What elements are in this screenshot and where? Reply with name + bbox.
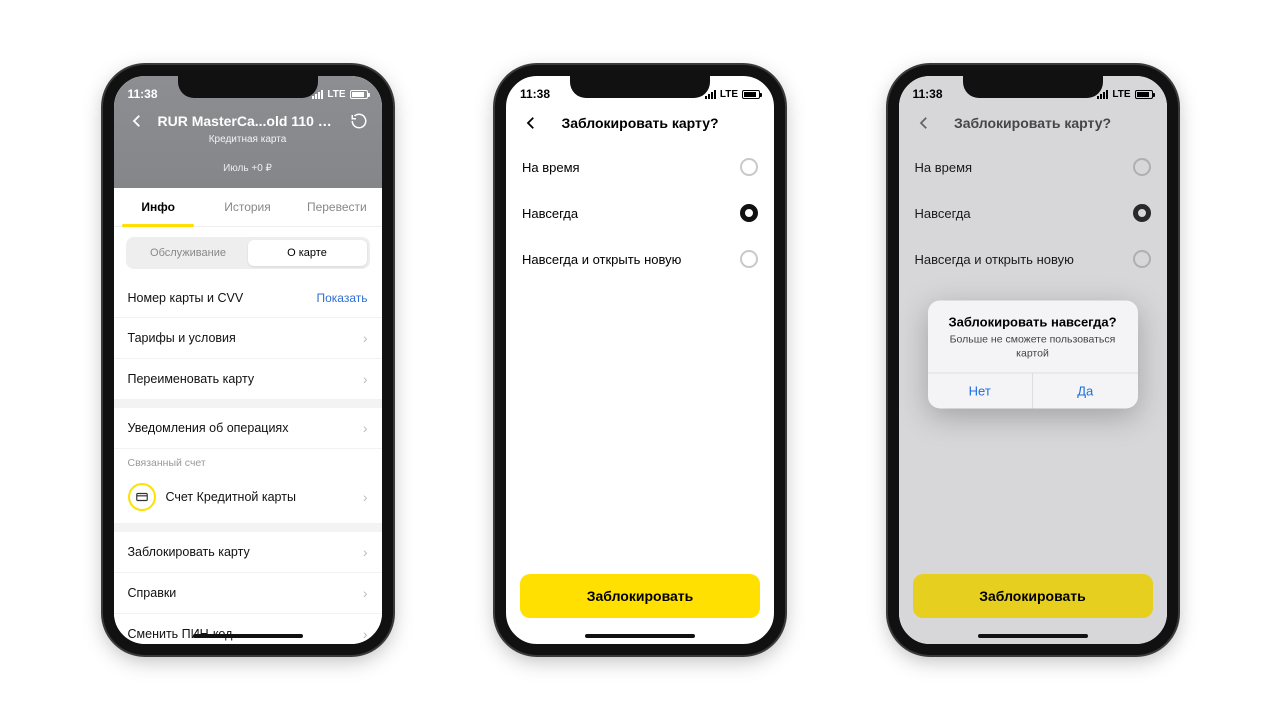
screen-title: Заблокировать карту?	[935, 115, 1131, 131]
row-label: Уведомления об операциях	[128, 421, 355, 435]
radio-checked-icon	[740, 204, 758, 222]
segmented-control: Обслуживание О карте	[126, 237, 370, 269]
month-summary: Июль +0 ₽	[114, 163, 382, 174]
back-icon[interactable]	[520, 112, 542, 134]
option-temporary[interactable]: На время	[506, 144, 774, 190]
chevron-right-icon: ›	[363, 489, 368, 505]
option-label: На время	[522, 160, 740, 175]
block-button[interactable]: Заблокировать	[520, 574, 760, 618]
show-link[interactable]: Показать	[316, 291, 367, 305]
option-forever: Навсегда	[899, 190, 1167, 236]
phone-block-options: 11:38 LTE Заблокировать карту? На время …	[495, 65, 785, 655]
device-notch	[178, 76, 318, 98]
row-docs[interactable]: Справки ›	[114, 573, 382, 614]
chevron-right-icon: ›	[363, 420, 368, 436]
row-label: Счет Кредитной карты	[166, 490, 355, 504]
option-label: Навсегда	[915, 206, 1133, 221]
screen-title: Заблокировать карту?	[542, 115, 738, 131]
refresh-icon[interactable]	[348, 110, 370, 132]
status-time: 11:38	[128, 87, 158, 101]
option-temporary: На время	[899, 144, 1167, 190]
option-forever-new[interactable]: Навсегда и открыть новую	[506, 236, 774, 282]
radio-icon	[1133, 158, 1151, 176]
battery-icon	[742, 90, 760, 99]
segment-about[interactable]: О карте	[248, 240, 367, 266]
segment-service[interactable]: Обслуживание	[129, 240, 248, 266]
option-forever-new: Навсегда и открыть новую	[899, 236, 1167, 282]
chevron-right-icon: ›	[363, 626, 368, 642]
chevron-right-icon: ›	[363, 330, 368, 346]
network-label: LTE	[1112, 89, 1130, 100]
battery-icon	[350, 90, 368, 99]
back-icon	[913, 112, 935, 134]
phone-card-info: 11:38 LTE RUR MasterCa...old 110 Credit …	[103, 65, 393, 655]
row-notifications[interactable]: Уведомления об операциях ›	[114, 408, 382, 449]
tab-transfer[interactable]: Перевести	[292, 188, 381, 226]
network-label: LTE	[720, 89, 738, 100]
row-label: Номер карты и CVV	[128, 291, 317, 305]
battery-icon	[1135, 90, 1153, 99]
confirm-dialog: Заблокировать навсегда? Больше не сможет…	[928, 300, 1138, 408]
tabs: Инфо История Перевести	[114, 188, 382, 227]
dialog-yes-button[interactable]: Да	[1033, 374, 1138, 409]
tab-info[interactable]: Инфо	[114, 188, 203, 226]
section-linked: Связанный счет	[114, 449, 382, 471]
status-time: 11:38	[913, 87, 943, 101]
row-change-pin[interactable]: Сменить ПИН-код ›	[114, 614, 382, 644]
row-label: Тарифы и условия	[128, 331, 355, 345]
account-icon	[128, 483, 156, 511]
row-card-cvv[interactable]: Номер карты и CVV Показать	[114, 279, 382, 318]
chevron-right-icon: ›	[363, 371, 368, 387]
option-label: Навсегда и открыть новую	[522, 252, 740, 267]
dialog-no-button[interactable]: Нет	[928, 374, 1034, 409]
chevron-right-icon: ›	[363, 544, 368, 560]
row-block-card[interactable]: Заблокировать карту ›	[114, 532, 382, 573]
network-label: LTE	[327, 89, 345, 100]
row-rename[interactable]: Переименовать карту ›	[114, 359, 382, 400]
radio-icon	[1133, 250, 1151, 268]
device-notch	[570, 76, 710, 98]
card-subtitle: Кредитная карта	[138, 134, 358, 145]
back-icon[interactable]	[126, 110, 148, 132]
tab-history[interactable]: История	[203, 188, 292, 226]
block-button: Заблокировать	[913, 574, 1153, 618]
home-indicator	[978, 634, 1088, 638]
row-label: Справки	[128, 586, 355, 600]
dialog-message: Больше не сможете пользоваться картой	[928, 333, 1138, 372]
dialog-title: Заблокировать навсегда?	[928, 300, 1138, 333]
phone-block-confirm: 11:38 LTE Заблокировать карту? На время …	[888, 65, 1178, 655]
status-time: 11:38	[520, 87, 550, 101]
home-indicator	[585, 634, 695, 638]
radio-icon	[740, 250, 758, 268]
device-notch	[963, 76, 1103, 98]
card-title: RUR MasterCa...old 110 Credit	[158, 113, 338, 129]
home-indicator	[193, 634, 303, 638]
radio-checked-icon	[1133, 204, 1151, 222]
option-label: Навсегда	[522, 206, 740, 221]
option-label: На время	[915, 160, 1133, 175]
option-label: Навсегда и открыть новую	[915, 252, 1133, 267]
row-label: Заблокировать карту	[128, 545, 355, 559]
option-forever[interactable]: Навсегда	[506, 190, 774, 236]
chevron-right-icon: ›	[363, 585, 368, 601]
radio-icon	[740, 158, 758, 176]
row-tariffs[interactable]: Тарифы и условия ›	[114, 318, 382, 359]
row-linked-account[interactable]: Счет Кредитной карты ›	[114, 471, 382, 524]
row-label: Переименовать карту	[128, 372, 355, 386]
